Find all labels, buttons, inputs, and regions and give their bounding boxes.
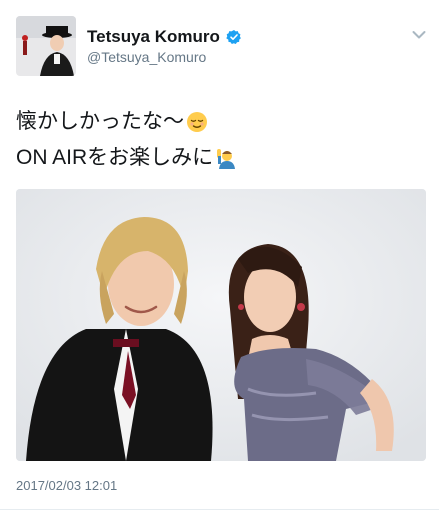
verified-badge-icon [226,30,241,44]
tweet-text-line-1-text: 懐かしかったな〜 [16,110,184,133]
author-handle[interactable]: @Tetsuya_Komuro [87,49,206,65]
chevron-down-icon[interactable] [412,30,426,40]
tweet-card: Tetsuya Komuro @Tetsuya_Komuro 懐かしかったな〜 … [0,0,439,515]
author-name-row[interactable]: Tetsuya Komuro [87,27,242,47]
tweet-text: 懐かしかったな〜 ON AIRをお楽しみに [16,104,237,176]
tweet-text-line-2-text: ON AIRをお楽しみに [16,146,214,169]
divider [0,509,439,510]
tweet-timestamp[interactable]: 2017/02/03 12:01 [16,478,117,493]
tweet-text-line-1: 懐かしかったな〜 [16,104,237,140]
tweet-photo-image [16,189,426,461]
avatar-image [16,16,76,76]
tweet-text-line-2: ON AIRをお楽しみに [16,140,237,176]
display-name[interactable]: Tetsuya Komuro [87,27,220,47]
person-raising-hand-emoji-icon [217,149,236,169]
avatar[interactable] [16,16,76,76]
relieved-face-emoji-icon [187,112,207,132]
tweet-photo[interactable] [16,189,426,461]
